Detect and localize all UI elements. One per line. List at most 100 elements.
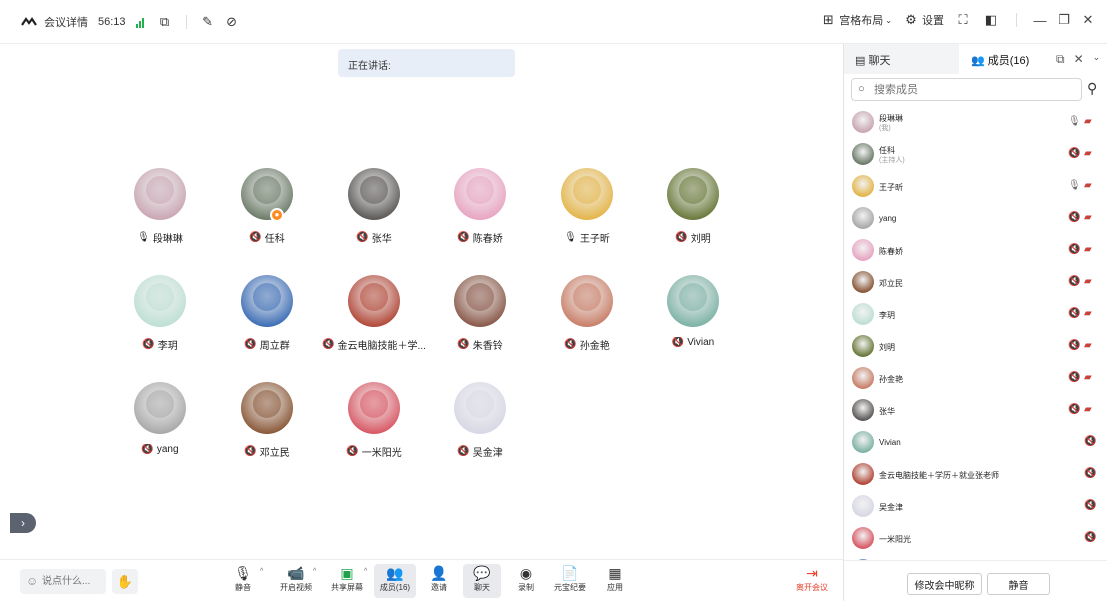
popout-panel-icon[interactable]: ⧉	[1056, 52, 1065, 67]
microphone-icon[interactable]: 🎙	[1068, 180, 1081, 191]
camera-off-icon[interactable]: ▰	[1084, 340, 1092, 351]
share-options-chevron-icon[interactable]: ^	[364, 568, 367, 575]
sidebar-toggle-icon[interactable]: ◧	[982, 12, 1000, 28]
participant-tile[interactable]: 🔇 Vivian	[640, 275, 746, 348]
participant-tile[interactable]: 🔇 孙金艳	[534, 275, 640, 352]
video-options-chevron-icon[interactable]: ^	[313, 568, 316, 575]
expand-panel-button[interactable]: ›	[10, 513, 36, 533]
microphone-muted-icon[interactable]: 🔇	[1068, 372, 1080, 383]
member-row[interactable]: 张华 🔇 ▰	[844, 394, 1107, 426]
member-row[interactable]: 李玥 🔇 ▰	[844, 298, 1107, 330]
camera-off-icon[interactable]: ▰	[1084, 404, 1092, 415]
chat-button[interactable]: 💬 聊天	[463, 564, 501, 598]
tab-members[interactable]: 👥 成员(16)	[959, 44, 1049, 74]
panel-footer: 修改会中昵称 静音	[844, 560, 1107, 601]
tab-chat[interactable]: ▤ 聊天	[844, 44, 959, 74]
leave-meeting-button[interactable]: ⇥ 离开会议	[790, 564, 834, 598]
close-panel-icon[interactable]: ✕	[1074, 52, 1084, 67]
meeting-info-link[interactable]: 会议详情	[44, 14, 88, 30]
chevron-down-icon[interactable]: ⌄	[1093, 52, 1101, 67]
microphone-muted-icon[interactable]: 🔇	[1068, 212, 1080, 223]
camera-off-icon[interactable]: ▰	[1084, 212, 1092, 223]
member-row[interactable]: 吴金津🔇▰	[844, 490, 1107, 522]
member-row[interactable]: 段琳琳 (我) 🎙 ▰	[844, 106, 1107, 138]
participant-tile[interactable]: 🔇 朱香铃	[427, 275, 533, 352]
camera-off-icon[interactable]: ▰	[1084, 372, 1092, 383]
popout-icon[interactable]: ⧉	[156, 14, 174, 30]
camera-off-icon[interactable]: ▰	[1084, 148, 1092, 159]
member-row[interactable]: Vivian🔇▰	[844, 426, 1107, 458]
participant-tile[interactable]: 🔇 金云电脑技能＋学...	[321, 275, 427, 352]
share-screen-button[interactable]: ▣ 共享屏幕	[327, 564, 367, 598]
close-icon[interactable]: ✕	[1081, 12, 1095, 28]
microphone-muted-icon[interactable]: 🔇	[1068, 148, 1080, 159]
divider	[185, 15, 187, 29]
microphone-muted-icon[interactable]: 🔇	[1084, 468, 1096, 479]
member-row[interactable]: 刘明 🔇 ▰	[844, 330, 1107, 362]
microphone-muted-icon[interactable]: 🔇	[1068, 404, 1080, 415]
camera-off-icon[interactable]: ▰	[1084, 244, 1092, 255]
microphone-muted-icon[interactable]: 🔇	[1084, 436, 1096, 447]
member-row[interactable]: 任科 (主持人) 🔇 ▰	[844, 138, 1107, 170]
camera-off-icon[interactable]: ▰	[1084, 180, 1092, 191]
avatar	[852, 367, 874, 389]
hide-non-video-icon[interactable]: ⊘	[223, 14, 241, 30]
fullscreen-icon[interactable]: ⛶	[954, 12, 972, 28]
avatar	[852, 271, 874, 293]
avatar	[852, 175, 874, 197]
participant-tile[interactable]: 🔇 邓立民	[214, 382, 320, 459]
participant-tile[interactable]: 🔇 周立群	[214, 275, 320, 352]
member-search-input[interactable]	[852, 79, 1081, 100]
grid-layout-icon[interactable]: ⊞	[819, 12, 837, 28]
member-row[interactable]: 王子昕 🎙 ▰	[844, 170, 1107, 202]
signal-strength-icon[interactable]	[135, 16, 144, 28]
microphone-muted-icon[interactable]: 🔇	[1068, 244, 1080, 255]
participant-tile[interactable]: 🔇 李玥	[107, 275, 213, 352]
microphone-muted-icon[interactable]: 🔇	[1068, 276, 1080, 287]
member-row[interactable]: 金云电脑技能＋学历＋就业张老师🔇▰	[844, 458, 1107, 490]
participant-tile[interactable]: 🔇 吴金津	[427, 382, 533, 459]
smiley-icon: ☺	[26, 574, 39, 588]
participant-name: 周立群	[259, 341, 290, 352]
settings-button[interactable]: 设置	[922, 12, 944, 28]
participant-tile[interactable]: 🎙 段琳琳	[107, 168, 213, 245]
microphone-muted-icon: 🔇	[346, 446, 359, 457]
record-button[interactable]: ◉ 录制	[512, 564, 540, 598]
member-row[interactable]: 陈春娇 🔇 ▰	[844, 234, 1107, 266]
restore-icon[interactable]: ❐	[1057, 12, 1071, 28]
chevron-down-icon[interactable]: ⌄	[885, 16, 892, 25]
invite-button[interactable]: 👤 邀请	[424, 564, 454, 598]
raise-hand-button[interactable]: ✋	[112, 569, 138, 594]
apps-button[interactable]: ▦ 应用	[601, 564, 629, 598]
participant-tile[interactable]: 🎙 王子昕	[534, 168, 640, 245]
gear-icon[interactable]: ⚙	[902, 12, 920, 28]
member-row[interactable]: 邓立民 🔇 ▰	[844, 266, 1107, 298]
minimize-icon[interactable]: —	[1033, 13, 1047, 28]
audio-options-chevron-icon[interactable]: ^	[260, 568, 263, 575]
microphone-muted-icon[interactable]: 🔇	[1068, 340, 1080, 351]
add-member-icon[interactable]: ⚲	[1087, 80, 1097, 97]
minutes-button[interactable]: 📄 元宝纪要	[550, 564, 590, 598]
microphone-muted-icon[interactable]: 🔇	[1084, 532, 1096, 543]
participant-tile[interactable]: 🔇 张华	[321, 168, 427, 245]
member-row[interactable]: yang 🔇 ▰	[844, 202, 1107, 234]
participant-tile[interactable]: 🔇 陈春娇	[427, 168, 533, 245]
camera-off-icon[interactable]: ▰	[1084, 276, 1092, 287]
layout-dropdown[interactable]: 宫格布局	[839, 12, 883, 28]
microphone-muted-icon[interactable]: 🔇	[1084, 500, 1096, 511]
mute-button[interactable]: 🎙 静音	[227, 564, 259, 598]
camera-off-icon[interactable]: ▰	[1084, 308, 1092, 319]
mute-all-button[interactable]: 静音	[987, 573, 1050, 595]
rename-button[interactable]: 修改会中昵称	[907, 573, 982, 595]
camera-off-icon[interactable]: ▰	[1084, 116, 1092, 127]
participant-tile[interactable]: ● 🔇 任科	[214, 168, 320, 245]
member-row[interactable]: 孙金艳 🔇 ▰	[844, 362, 1107, 394]
screen-annotation-off-icon[interactable]: ✎	[199, 14, 217, 30]
participant-tile[interactable]: 🔇 一米阳光	[321, 382, 427, 459]
microphone-muted-icon[interactable]: 🔇	[1068, 308, 1080, 319]
members-button[interactable]: 👥 成员(16)	[374, 564, 416, 598]
member-row[interactable]: 一米阳光🔇▰	[844, 522, 1107, 554]
participant-tile[interactable]: 🔇 刘明	[640, 168, 746, 245]
microphone-icon[interactable]: 🎙	[1068, 116, 1081, 127]
participant-tile[interactable]: 🔇 yang	[107, 382, 213, 455]
